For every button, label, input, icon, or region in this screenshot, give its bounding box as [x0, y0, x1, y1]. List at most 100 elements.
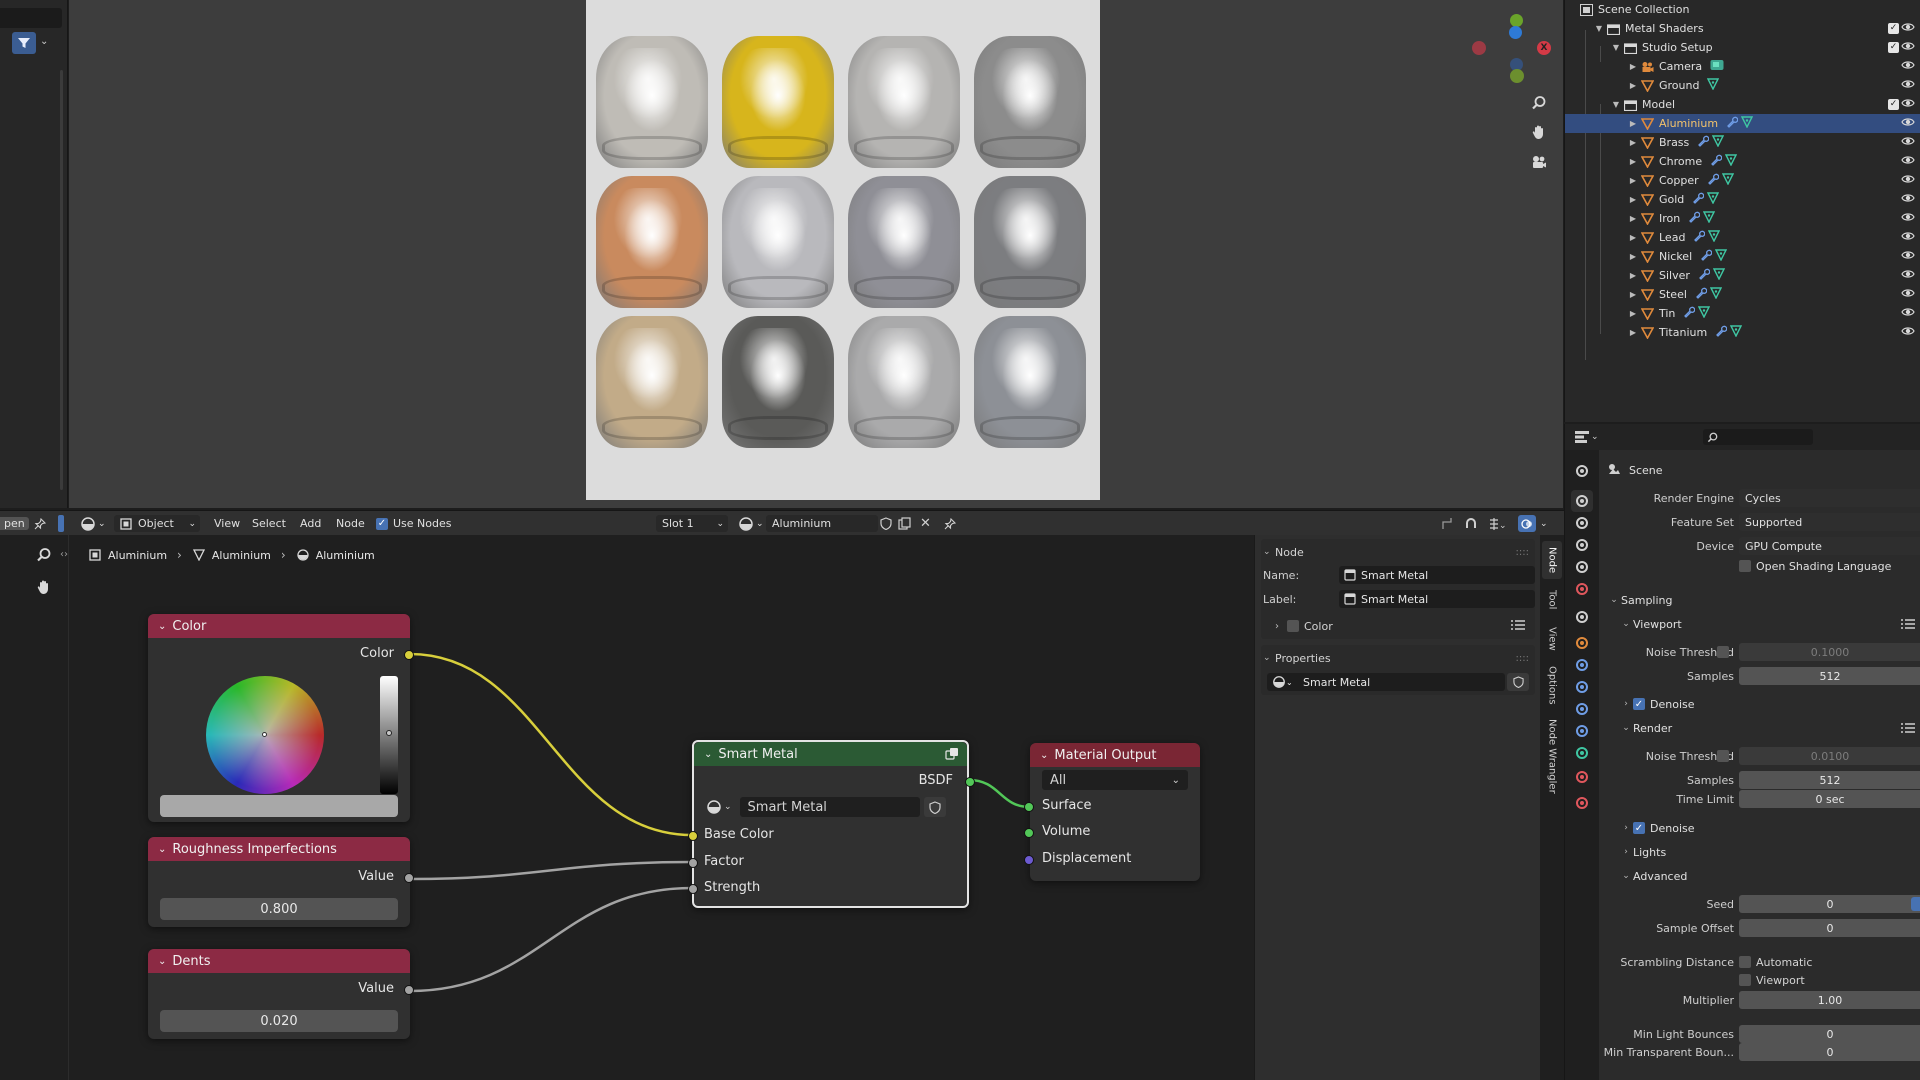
bsdf-output-socket[interactable]	[965, 777, 975, 787]
noise-threshold-checkbox[interactable]	[1717, 646, 1729, 658]
device-field[interactable]: GPU Compute	[1739, 537, 1920, 555]
collapse-chevron-icon[interactable]: ⌄	[158, 844, 166, 855]
use-nodes-checkbox[interactable]: ✓ Use Nodes	[376, 515, 452, 532]
sampling-panel-header[interactable]: ⌄ Sampling	[1607, 590, 1672, 610]
min-transparent-bounces-field[interactable]: 0	[1739, 1043, 1920, 1061]
gizmo-neg-y-axis[interactable]	[1510, 69, 1524, 83]
node-group-icon[interactable]	[945, 747, 959, 765]
node-name-field[interactable]: Smart Metal	[1339, 566, 1535, 584]
scrollbar[interactable]	[60, 70, 63, 490]
exclude-checkbox[interactable]: ✓	[1888, 42, 1899, 53]
osl-checkbox[interactable]	[1739, 560, 1751, 572]
expand-right-icon[interactable]: ▶	[1628, 271, 1638, 280]
group-selector[interactable]: ⌄ Smart Metal	[706, 796, 958, 818]
expand-right-icon[interactable]: ▶	[1628, 176, 1638, 185]
feature-set-field[interactable]: Supported	[1739, 513, 1920, 531]
factor-input-socket[interactable]	[688, 858, 698, 868]
outliner-row-copper[interactable]: ▶ Copper	[1565, 171, 1920, 190]
tab-constraints-icon[interactable]	[1571, 720, 1593, 742]
expand-down-icon[interactable]: ▼	[1594, 24, 1604, 33]
gizmo-x-axis[interactable]: X	[1537, 41, 1551, 55]
editor-type-icon[interactable]: ⌄	[1575, 429, 1601, 445]
wrench-modifier-icon[interactable]	[1695, 287, 1708, 302]
expand-right-icon[interactable]: ▶	[1628, 81, 1638, 90]
expand-right-icon[interactable]: ▶	[1628, 233, 1638, 242]
material-name-field[interactable]: Aluminium	[766, 515, 878, 532]
menu-select[interactable]: Select	[252, 515, 286, 532]
group-name-field[interactable]: ⌄ Smart Metal	[1267, 673, 1505, 691]
expand-right-icon[interactable]: ▶	[1628, 252, 1638, 261]
color-subpanel-header[interactable]: › Color	[1275, 617, 1545, 635]
tab-particles-icon[interactable]	[1571, 676, 1593, 698]
eye-visibility-icon[interactable]	[1901, 21, 1917, 35]
slot-dropdown[interactable]: Slot 1 ⌄	[656, 515, 728, 532]
mesh-data-icon[interactable]	[1721, 173, 1734, 188]
camera-data-icon[interactable]	[1710, 59, 1724, 74]
snap-target-icon[interactable]: ⌄	[1488, 515, 1506, 532]
breadcrumb-material[interactable]: Aluminium	[316, 549, 375, 562]
tab-mesh-data-icon[interactable]	[1571, 742, 1593, 764]
render-noise-threshold-field[interactable]: 0.0100	[1739, 747, 1920, 765]
mesh-data-icon[interactable]	[1708, 230, 1721, 245]
eye-visibility-icon[interactable]	[1901, 211, 1917, 225]
wrench-modifier-icon[interactable]	[1707, 173, 1719, 188]
value-slider-handle[interactable]	[386, 730, 392, 736]
node-header[interactable]: ⌄ Smart Metal	[694, 742, 967, 766]
zoom-icon[interactable]	[1528, 92, 1550, 114]
node-label-field[interactable]: Smart Metal	[1339, 590, 1535, 608]
tab-tool-icon[interactable]	[1571, 460, 1593, 482]
value-output-socket[interactable]	[404, 873, 414, 883]
render-samples-field[interactable]: 512	[1739, 771, 1920, 789]
material-output-node[interactable]: ⌄ Material Output All ⌄ Surface Volume Di…	[1024, 743, 1200, 881]
breadcrumb-object[interactable]: Aluminium	[108, 549, 167, 562]
wrench-modifier-icon[interactable]	[1710, 154, 1723, 169]
eye-visibility-icon[interactable]	[1901, 325, 1917, 339]
multiplier-field[interactable]: 1.00	[1739, 991, 1920, 1009]
outliner-row-nickel[interactable]: ▶ Nickel	[1565, 247, 1920, 266]
lights-subpanel-header[interactable]: › Lights	[1619, 842, 1666, 862]
fake-user-shield-icon[interactable]	[880, 515, 892, 532]
properties-panel-header[interactable]: ⌄ Properties ::::	[1263, 649, 1533, 667]
value-output-socket[interactable]	[404, 985, 414, 995]
open-button-stub[interactable]: pen	[0, 515, 29, 532]
advanced-subpanel-header[interactable]: ⌄ Advanced	[1619, 866, 1687, 886]
dents-node[interactable]: ⌄ Dents Value 0.020	[148, 949, 414, 1039]
exclude-checkbox[interactable]: ✓	[1888, 23, 1899, 34]
eye-visibility-icon[interactable]	[1901, 173, 1917, 187]
group-name-field[interactable]: Smart Metal	[739, 797, 920, 817]
mesh-data-icon[interactable]	[1698, 306, 1711, 321]
drag-handle-icon[interactable]: ::::	[1516, 547, 1529, 558]
smart-metal-group-node[interactable]: ⌄ Smart Metal BSDF ⌄ Smart Metal Base Col…	[688, 740, 975, 908]
time-limit-field[interactable]: 0 sec	[1739, 790, 1920, 808]
eye-visibility-icon[interactable]	[1901, 268, 1917, 282]
expand-down-icon[interactable]: ▼	[1611, 100, 1621, 109]
pan-hand-icon[interactable]	[36, 579, 52, 598]
render-denoise-row[interactable]: › ✓ Denoise	[1619, 818, 1694, 838]
viewport-noise-threshold-field[interactable]: 0.1000	[1739, 643, 1920, 661]
scrambling-viewport-checkbox[interactable]: Viewport	[1739, 974, 1805, 987]
expand-right-icon[interactable]: ▶	[1628, 157, 1638, 166]
outliner-row-camera[interactable]: ▶ Camera	[1565, 57, 1920, 76]
wrench-modifier-icon[interactable]	[1688, 211, 1701, 226]
zoom-icon[interactable]	[36, 547, 52, 566]
displacement-input-socket[interactable]	[1024, 855, 1034, 865]
eye-visibility-icon[interactable]	[1901, 154, 1917, 168]
list-icon[interactable]	[1511, 619, 1525, 634]
tab-render-icon[interactable]	[1571, 490, 1593, 512]
expand-right-icon[interactable]: ▶	[1628, 119, 1638, 128]
collapse-chevron-icon[interactable]: ⌄	[158, 621, 166, 632]
tab-output-icon[interactable]	[1571, 512, 1593, 534]
outliner-row-tin[interactable]: ▶ Tin	[1565, 304, 1920, 323]
wrench-modifier-icon[interactable]	[1726, 116, 1739, 131]
object-mode-dropdown[interactable]: Object ⌄	[114, 515, 200, 532]
wrench-modifier-icon[interactable]	[1700, 249, 1713, 264]
snap-icon[interactable]	[1464, 515, 1478, 532]
wrench-modifier-icon[interactable]	[1683, 306, 1696, 321]
tab-tool[interactable]: Tool	[1542, 583, 1562, 617]
tab-node[interactable]: Node	[1542, 541, 1562, 579]
properties-search-input[interactable]	[1703, 429, 1813, 445]
list-icon[interactable]	[1901, 722, 1915, 734]
gizmo-z-axis[interactable]	[1509, 26, 1522, 39]
collapse-chevron-icon[interactable]: ⌄	[1040, 750, 1048, 761]
duplicate-material-icon[interactable]	[898, 515, 911, 532]
